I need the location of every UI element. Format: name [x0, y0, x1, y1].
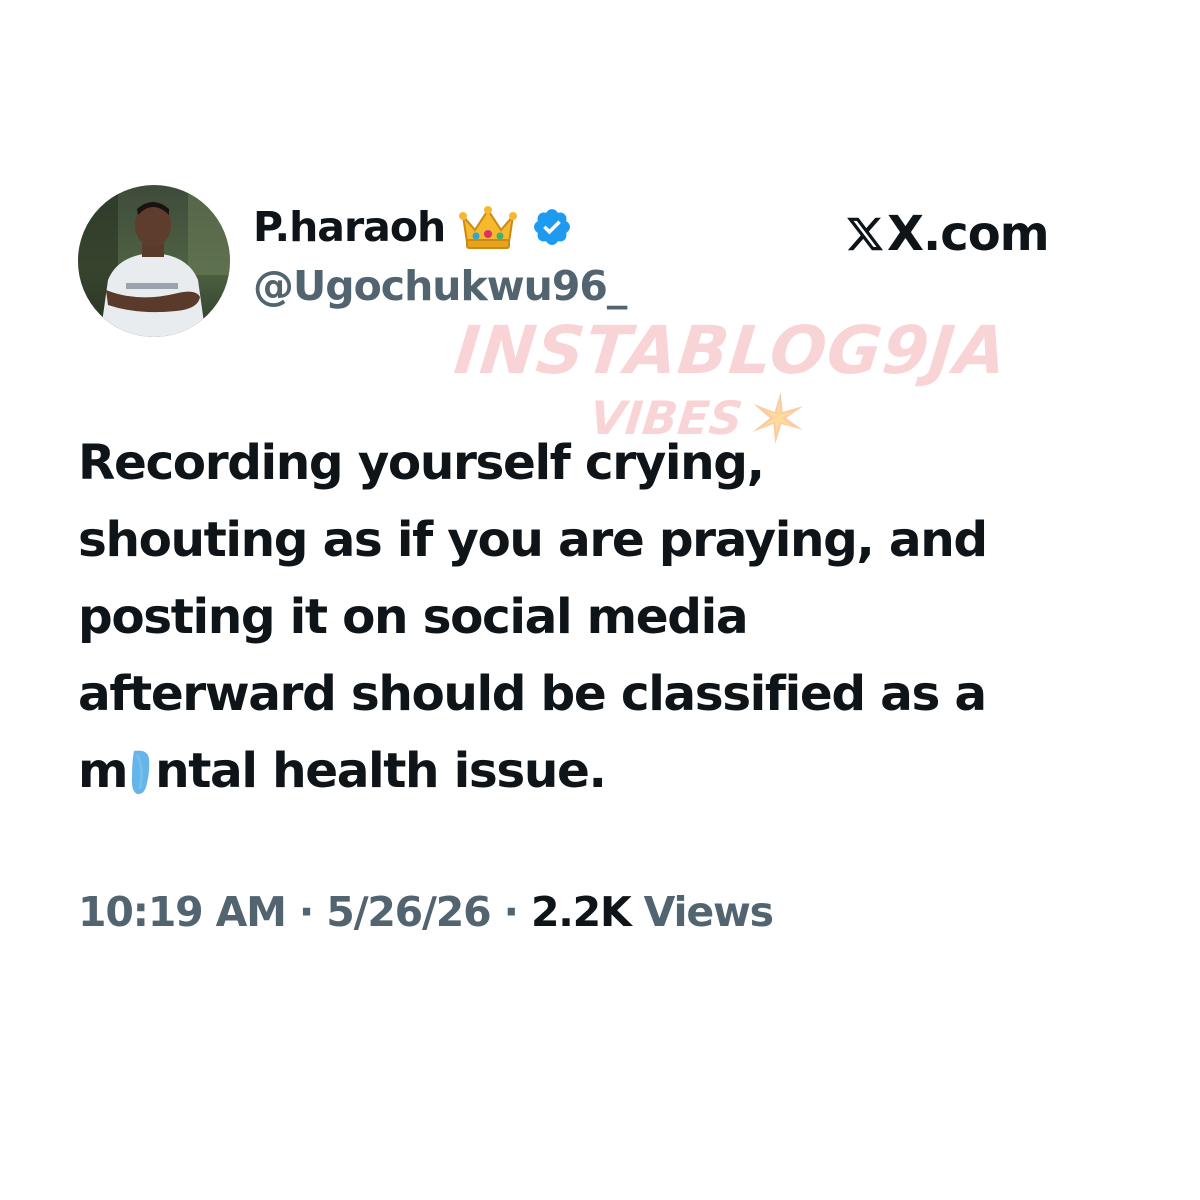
author-display-name[interactable]: P.haraoh [253, 203, 446, 251]
views-label: Views [643, 888, 774, 936]
tweet-date[interactable]: 5/26/26 [326, 888, 491, 936]
tweet-text-line-last: m ntal health issue. [78, 733, 1078, 810]
author-handle[interactable]: @Ugochukwu96_ [253, 262, 627, 310]
site-label: X.com [845, 206, 1050, 262]
tweet-text-after-scribble: ntal health issue. [155, 743, 607, 799]
tweet-text-before-scribble: m [78, 743, 129, 799]
meta-separator: · [285, 888, 327, 936]
crown-icon [459, 206, 518, 249]
x-logo-icon [847, 217, 884, 251]
tweet-text-line: shouting as if you are praying, and [78, 512, 988, 568]
tweet-text-line: posting it on social media [78, 589, 749, 645]
avatar[interactable] [78, 185, 230, 337]
tweet-text-line: Recording yourself crying, [78, 435, 765, 491]
tweet-text-line: afterward should be classified as a [78, 666, 987, 722]
views-count[interactable]: 2.2K [531, 888, 632, 936]
author-display-name-row[interactable]: P.haraoh [253, 203, 573, 251]
tweet-body: Recording yourself crying, shouting as i… [78, 425, 1078, 810]
scribble-redaction [131, 750, 150, 795]
watermark-main: INSTABLOG9JA [450, 312, 1012, 389]
verified-badge-icon [534, 209, 571, 245]
site-label-text: X.com [887, 206, 1050, 262]
tweet-meta: 10:19 AM · 5/26/26 · 2.2K Views [78, 888, 774, 936]
tweet-time[interactable]: 10:19 AM [78, 888, 287, 936]
meta-separator: · [490, 888, 531, 936]
